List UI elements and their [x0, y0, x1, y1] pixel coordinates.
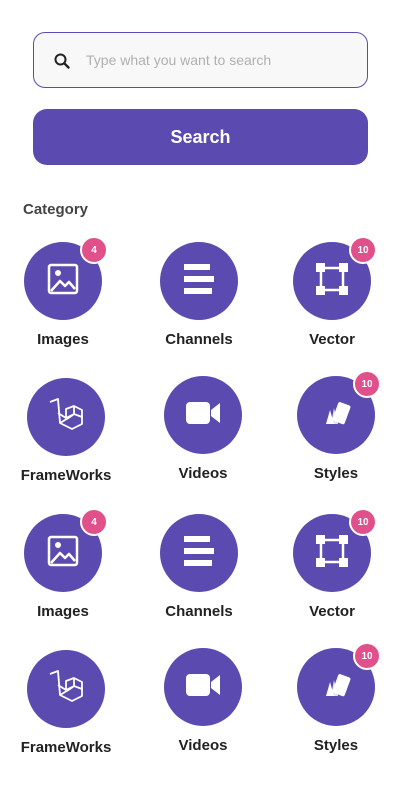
count-badge: 10	[353, 370, 381, 398]
count-badge: 10	[353, 642, 381, 670]
category-title: Category	[23, 201, 89, 218]
image-icon	[44, 532, 82, 575]
category-circle: 10	[297, 370, 381, 454]
category-label: Vector	[309, 331, 355, 348]
category-label: FrameWorks	[20, 739, 112, 756]
search-input[interactable]	[86, 33, 356, 87]
category-item-vector[interactable]: 10 Vector	[277, 236, 387, 348]
count-badge: 4	[80, 236, 108, 264]
category-circle: 10	[297, 642, 381, 726]
video-camera-icon	[184, 394, 222, 437]
search-icon	[53, 52, 71, 70]
category-item-channels[interactable]: Channels	[144, 242, 254, 348]
count-badge: 10	[349, 236, 377, 264]
category-item-videos[interactable]: Videos	[148, 648, 258, 754]
styles-icon	[317, 394, 355, 437]
category-label: Styles	[313, 465, 359, 482]
laravel-icon	[47, 396, 85, 439]
category-label: Images	[37, 603, 89, 620]
category-circle: 10	[293, 236, 377, 320]
category-label: Styles	[313, 737, 359, 754]
category-label: Channels	[165, 603, 233, 620]
vector-icon	[313, 532, 351, 575]
category-item-images[interactable]: 4 Images	[8, 508, 118, 620]
category-label: FrameWorks	[20, 467, 112, 484]
category-circle	[27, 650, 105, 728]
category-circle	[164, 648, 242, 726]
category-circle	[27, 378, 105, 456]
category-label: Vector	[309, 603, 355, 620]
styles-icon	[317, 666, 355, 709]
search-box[interactable]	[33, 32, 368, 88]
vector-icon	[313, 260, 351, 303]
count-badge: 4	[80, 508, 108, 536]
count-badge: 10	[349, 508, 377, 536]
category-label: Images	[37, 331, 89, 348]
channels-icon	[180, 260, 218, 303]
search-button[interactable]: Search	[33, 109, 368, 165]
category-item-videos[interactable]: Videos	[148, 376, 258, 482]
category-label: Channels	[165, 331, 233, 348]
category-item-images[interactable]: 4 Images	[8, 236, 118, 348]
category-circle	[160, 242, 238, 320]
category-circle: 4	[24, 236, 108, 320]
laravel-icon	[47, 668, 85, 711]
category-item-vector[interactable]: 10 Vector	[277, 508, 387, 620]
category-label: Videos	[178, 465, 228, 482]
video-camera-icon	[184, 666, 222, 709]
category-item-channels[interactable]: Channels	[144, 514, 254, 620]
category-circle: 10	[293, 508, 377, 592]
category-circle	[164, 376, 242, 454]
category-item-styles[interactable]: 10 Styles	[281, 642, 391, 754]
category-item-styles[interactable]: 10 Styles	[281, 370, 391, 482]
category-item-frameworks[interactable]: FrameWorks	[11, 378, 121, 484]
category-label: Videos	[178, 737, 228, 754]
image-icon	[44, 260, 82, 303]
category-circle	[160, 514, 238, 592]
category-circle: 4	[24, 508, 108, 592]
category-item-frameworks[interactable]: FrameWorks	[11, 650, 121, 756]
channels-icon	[180, 532, 218, 575]
